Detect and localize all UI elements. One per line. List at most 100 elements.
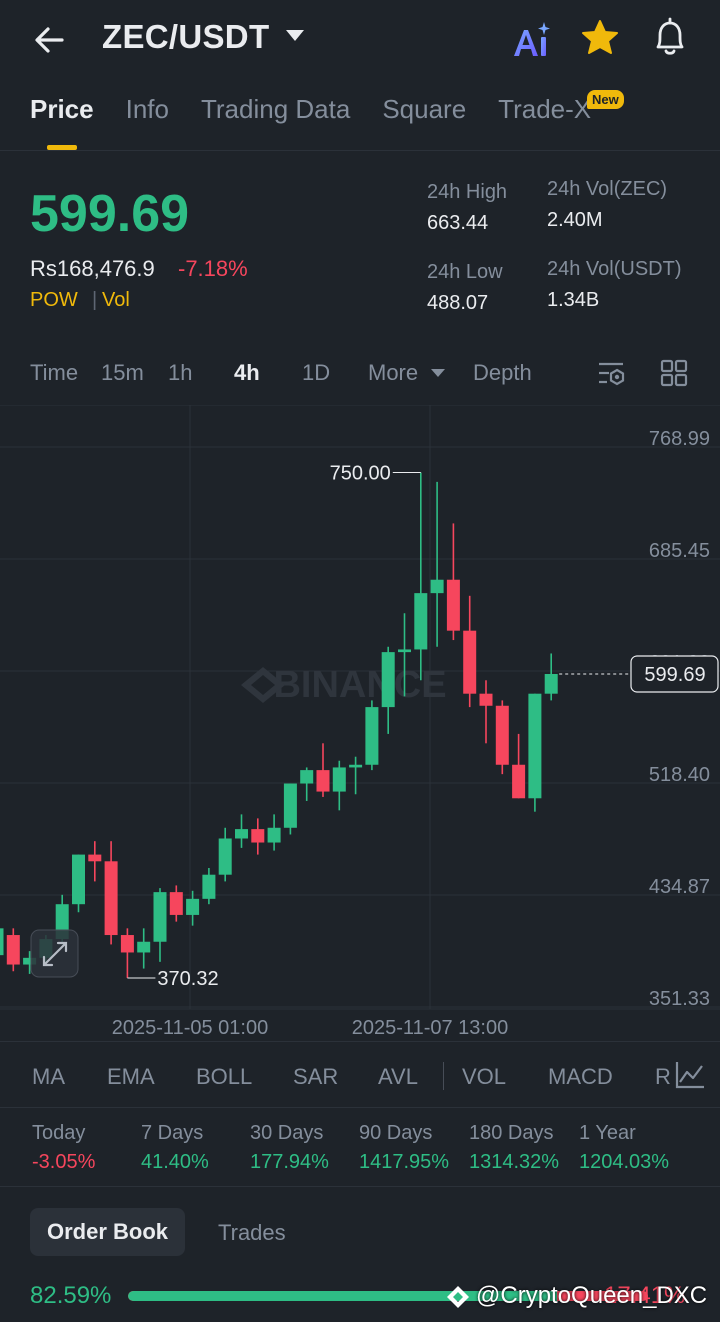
interval-1h[interactable]: 1h xyxy=(168,360,192,386)
indicator-avl[interactable]: AVL xyxy=(378,1064,418,1090)
perf-label: 7 Days xyxy=(141,1122,204,1144)
candle-body xyxy=(544,673,558,694)
indicator-boll[interactable]: BOLL xyxy=(196,1064,252,1090)
layout-grid-icon[interactable] xyxy=(660,359,688,387)
perf-value: 41.40% xyxy=(141,1151,209,1173)
candle-body xyxy=(202,874,216,899)
notification-bell-icon[interactable] xyxy=(650,16,690,58)
buy-ratio-percent: 82.59% xyxy=(30,1282,112,1309)
price-change-percent: -7.18% xyxy=(178,256,248,281)
perf-value: 1314.32% xyxy=(469,1151,560,1173)
candle-body xyxy=(463,630,477,694)
divider xyxy=(0,1186,720,1187)
chart-settings-icon[interactable] xyxy=(597,360,627,388)
interval-more[interactable]: More xyxy=(368,360,418,386)
y-tick-label: 434.87 xyxy=(649,876,710,898)
more-caret-icon[interactable] xyxy=(431,369,445,377)
tab-trade-x[interactable]: Trade-X xyxy=(498,94,591,134)
candle-body xyxy=(120,935,134,953)
y-tick-label: 685.45 xyxy=(649,540,710,562)
tab-trading-data[interactable]: Trading Data xyxy=(201,94,350,134)
x-tick-label: 2025-11-07 13:00 xyxy=(352,1017,508,1039)
candle-body xyxy=(430,579,444,594)
stat-vol-quote-value: 1.34B xyxy=(547,289,600,311)
candle-body xyxy=(137,941,151,953)
interval-15m[interactable]: 15m xyxy=(101,360,144,386)
ai-assistant-icon[interactable] xyxy=(510,18,554,60)
candle-body xyxy=(316,770,330,792)
back-arrow-icon[interactable] xyxy=(30,20,70,60)
expand-chart-icon[interactable] xyxy=(30,929,79,978)
divider xyxy=(0,1107,720,1108)
candle-body xyxy=(332,767,346,792)
perf-label: Today xyxy=(32,1122,86,1144)
interval-depth[interactable]: Depth xyxy=(473,360,532,386)
indicator-ema[interactable]: EMA xyxy=(107,1064,155,1090)
top-bar: ZEC/USDT xyxy=(0,0,720,80)
candle-body xyxy=(88,854,102,862)
candle-body xyxy=(72,854,85,905)
candle-body xyxy=(267,827,281,843)
local-currency-price: Rs168,476.9 xyxy=(30,256,155,281)
candle-body xyxy=(153,892,167,942)
tab-order-book[interactable]: Order Book xyxy=(30,1208,185,1256)
low-marker-label: 370.32 xyxy=(157,968,218,990)
new-badge: New xyxy=(587,90,624,109)
indicator-divider xyxy=(443,1062,444,1090)
high-marker-label: 750.00 xyxy=(330,462,391,484)
interval-4h[interactable]: 4h xyxy=(234,360,260,386)
favorite-star-icon[interactable] xyxy=(580,18,620,58)
pair-title[interactable]: ZEC/USDT xyxy=(102,18,269,56)
tab-square[interactable]: Square xyxy=(382,94,466,134)
candle-body xyxy=(169,892,183,915)
interval-time[interactable]: Time xyxy=(30,360,78,386)
last-price: 599.69 xyxy=(30,185,190,243)
candle-body xyxy=(186,898,200,915)
perf-value: 177.94% xyxy=(250,1151,329,1173)
stat-high-label: 24h High xyxy=(427,181,508,203)
perf-value: -3.05% xyxy=(32,1151,96,1173)
y-tick-label: 351.33 xyxy=(649,988,710,1010)
indicator-ma[interactable]: MA xyxy=(32,1064,65,1090)
candle-body xyxy=(479,693,493,706)
section-tabs: Price Info Trading Data Square Trade-X xyxy=(30,94,591,134)
perf-value: 1204.03% xyxy=(579,1151,670,1173)
tab-info[interactable]: Info xyxy=(126,94,169,134)
stat-vol-quote-label: 24h Vol(USDT) xyxy=(547,258,682,280)
perf-label: 30 Days xyxy=(250,1122,324,1144)
indicator-rsi[interactable]: R xyxy=(655,1064,671,1090)
candle-body xyxy=(218,838,232,875)
tag-vol[interactable]: Vol xyxy=(102,289,130,312)
stat-high-value: 663.44 xyxy=(427,212,489,234)
candle-body xyxy=(104,861,118,936)
divider xyxy=(0,1041,720,1042)
indicator-bar: MA EMA BOLL SAR AVL VOL MACD R xyxy=(0,1062,720,1094)
perf-label: 180 Days xyxy=(469,1122,554,1144)
candlestick-chart[interactable]: BINANCE 768.99685.45601.92518.40434.8735… xyxy=(0,405,720,1045)
candle-body xyxy=(495,705,509,765)
candle-body xyxy=(235,829,248,839)
tab-price[interactable]: Price xyxy=(30,94,94,134)
tag-pow[interactable]: POW xyxy=(30,289,78,312)
indicator-macd[interactable]: MACD xyxy=(548,1064,613,1090)
candle-body xyxy=(6,935,20,965)
interval-1d[interactable]: 1D xyxy=(302,360,330,386)
candle-body xyxy=(251,829,265,843)
user-watermark: @CryptoQueen_DXC xyxy=(476,1282,708,1309)
candle-body xyxy=(528,693,542,799)
perf-value: 1417.95% xyxy=(359,1151,450,1173)
y-tick-label: 518.40 xyxy=(649,764,710,786)
perf-label: 1 Year xyxy=(579,1122,636,1144)
candle-body xyxy=(446,579,460,631)
candle-body xyxy=(414,593,428,650)
candle-body xyxy=(381,652,395,708)
chevron-down-icon[interactable] xyxy=(286,30,304,41)
indicator-sar[interactable]: SAR xyxy=(293,1064,338,1090)
stat-vol-base-value: 2.40M xyxy=(547,209,603,231)
divider xyxy=(0,150,720,151)
watermark-logo-icon xyxy=(447,1286,469,1308)
indicator-settings-icon[interactable] xyxy=(674,1060,706,1090)
tab-trades[interactable]: Trades xyxy=(218,1220,286,1246)
tag-separator: | xyxy=(92,289,98,311)
indicator-vol[interactable]: VOL xyxy=(462,1064,506,1090)
